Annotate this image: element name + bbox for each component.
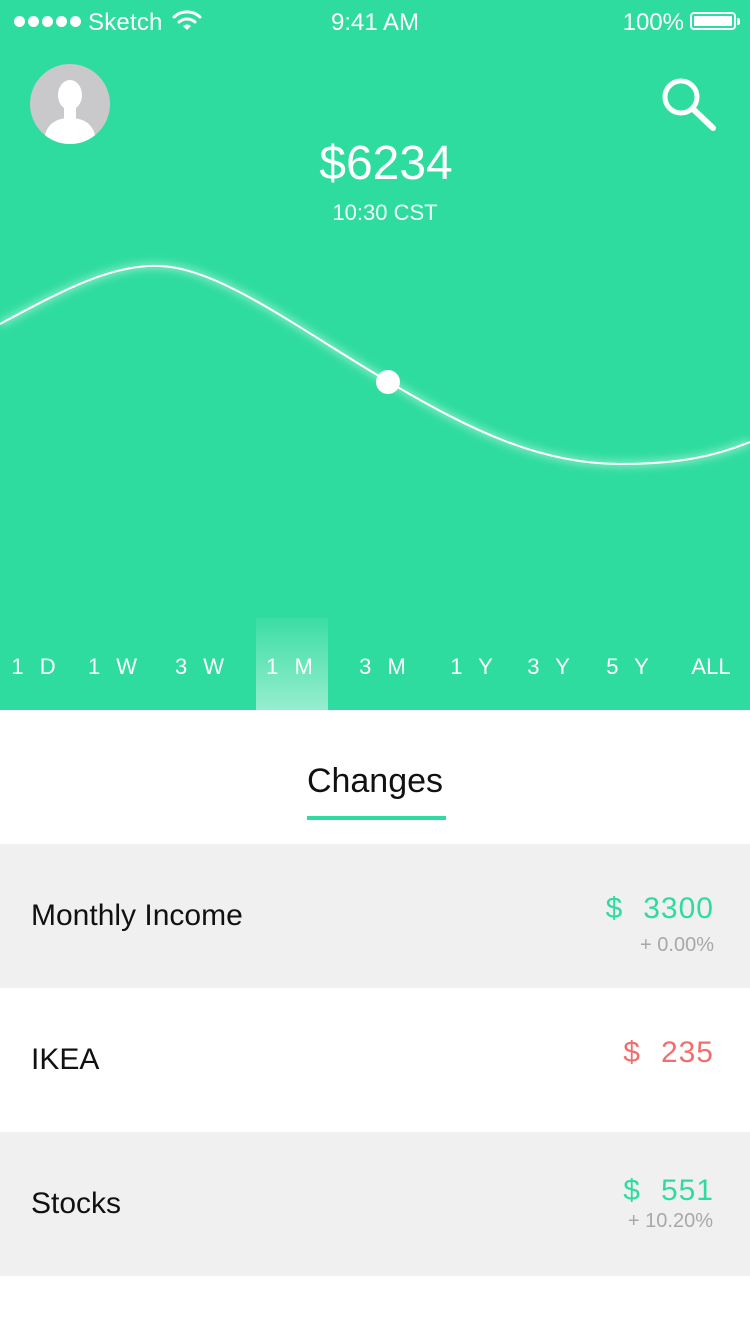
- list-item-name: Monthly Income: [31, 899, 243, 932]
- chart-line-glow: [0, 262, 750, 468]
- list-item-stocks[interactable]: Stocks $551 + 10.20%: [0, 1132, 750, 1276]
- tab-changes[interactable]: Changes: [0, 762, 750, 801]
- range-tab-1m[interactable]: 1 M: [256, 618, 328, 710]
- list-item-amount: $3300: [605, 892, 714, 925]
- range-tab-5y[interactable]: 5 Y: [594, 618, 666, 710]
- chart-cursor-point[interactable]: [376, 370, 400, 394]
- range-tab-1w[interactable]: 1 W: [79, 618, 151, 710]
- changes-list: Monthly Income $3300 + 0.00% IKEA $235 S…: [0, 844, 750, 1276]
- status-bar: Sketch 9:41 AM 100%: [0, 0, 750, 44]
- list-item-change: + 0.00%: [640, 934, 714, 956]
- avatar[interactable]: [30, 64, 110, 144]
- list-item-amount: $551: [623, 1174, 714, 1207]
- range-tab-3w[interactable]: 3 W: [166, 618, 238, 710]
- chart-line: [0, 264, 750, 466]
- list-item-name: Stocks: [31, 1187, 122, 1220]
- range-tab-1y[interactable]: 1 Y: [438, 618, 510, 710]
- range-tab-1d[interactable]: 1 D: [0, 618, 72, 710]
- list-item-monthly-income[interactable]: Monthly Income $3300 + 0.00%: [0, 844, 750, 988]
- tab-indicator: [307, 816, 446, 820]
- range-tab-all[interactable]: ALL: [675, 618, 747, 710]
- portfolio-value: $6234: [319, 137, 453, 190]
- battery-percentage: 100%: [622, 9, 684, 36]
- range-tab-3y[interactable]: 3 Y: [515, 618, 587, 710]
- hero-panel: Sketch 9:41 AM 100% $6234 10:30 CST 1 D …: [0, 0, 750, 710]
- range-tab-3m[interactable]: 3 M: [349, 618, 421, 710]
- battery-icon: [690, 12, 740, 30]
- list-item-amount: $235: [623, 1036, 714, 1069]
- search-icon[interactable]: [658, 76, 718, 132]
- screen: Sketch 9:41 AM 100% $6234 10:30 CST 1 D …: [0, 0, 750, 1334]
- range-selector: 1 D 1 W 3 W 1 M 3 M 1 Y 3 Y 5 Y ALL: [0, 618, 750, 710]
- list-item-name: IKEA: [31, 1043, 100, 1076]
- list-item-change: + 10.20%: [627, 1210, 713, 1232]
- value-timestamp: 10:30 CST: [332, 200, 438, 225]
- changes-tab[interactable]: Changes: [0, 710, 750, 844]
- price-chart[interactable]: [0, 230, 750, 540]
- avatar-silhouette-icon: [44, 80, 96, 144]
- list-item-ikea[interactable]: IKEA $235: [0, 988, 750, 1132]
